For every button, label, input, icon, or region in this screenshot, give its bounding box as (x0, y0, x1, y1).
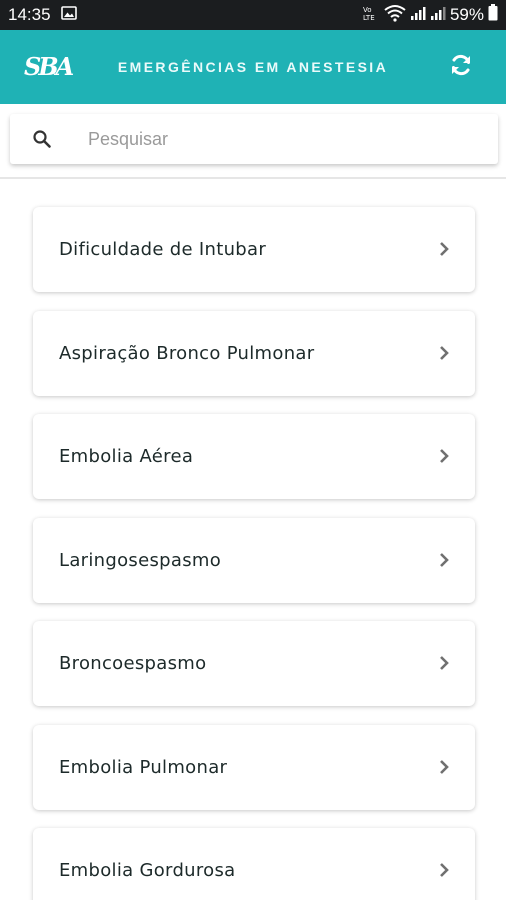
search-input[interactable] (78, 114, 478, 164)
chevron-right-icon (437, 860, 451, 880)
refresh-button[interactable] (448, 54, 474, 80)
list-item-label: Laringosespasmo (59, 550, 222, 571)
list-item[interactable]: Laringosespasmo (33, 518, 475, 603)
wifi-icon (384, 4, 406, 27)
status-bar: 14:35 Vo LTE 59% (0, 0, 506, 30)
svg-text:LTE: LTE (363, 14, 375, 21)
search-bar (10, 114, 498, 164)
search-icon[interactable] (32, 129, 52, 149)
list-item-label: Broncoespasmo (59, 653, 207, 674)
list-item-label: Embolia Aérea (59, 446, 194, 467)
svg-text:Vo: Vo (363, 6, 372, 14)
list-item-label: Embolia Pulmonar (59, 757, 228, 778)
chevron-right-icon (437, 550, 451, 570)
chevron-right-icon (437, 757, 451, 777)
image-notification-icon (60, 5, 77, 25)
status-time: 14:35 (8, 5, 51, 24)
chevron-right-icon (437, 343, 451, 363)
battery-percentage: 59% (449, 5, 484, 24)
chevron-right-icon (437, 239, 451, 259)
list-item[interactable]: Embolia Gordurosa (33, 828, 475, 900)
list-item[interactable]: Broncoespasmo (33, 621, 475, 706)
volte-icon: Vo LTE (362, 5, 380, 26)
list-item-label: Dificuldade de Intubar (59, 239, 267, 260)
list-item-label: Embolia Gordurosa (59, 860, 236, 881)
signal-icon (430, 5, 446, 26)
signal-icon (410, 5, 426, 26)
refresh-icon (449, 53, 473, 82)
battery-icon (488, 4, 498, 26)
emergency-list: Dificuldade de Intubar Aspiração Bronco … (0, 178, 506, 900)
app-title: EMERGÊNCIAS EM ANESTESIA (117, 59, 389, 75)
list-item[interactable]: Dificuldade de Intubar (33, 207, 475, 292)
list-item[interactable]: Embolia Aérea (33, 414, 475, 499)
list-item[interactable]: Embolia Pulmonar (33, 725, 475, 810)
chevron-right-icon (437, 446, 451, 466)
list-item-label: Aspiração Bronco Pulmonar (59, 343, 315, 364)
sba-logo: SBA (24, 52, 74, 81)
app-bar: EMERGÊNCIAS EM ANESTESIA SBA (0, 30, 506, 104)
list-item[interactable]: Aspiração Bronco Pulmonar (33, 311, 475, 396)
chevron-right-icon (437, 653, 451, 673)
